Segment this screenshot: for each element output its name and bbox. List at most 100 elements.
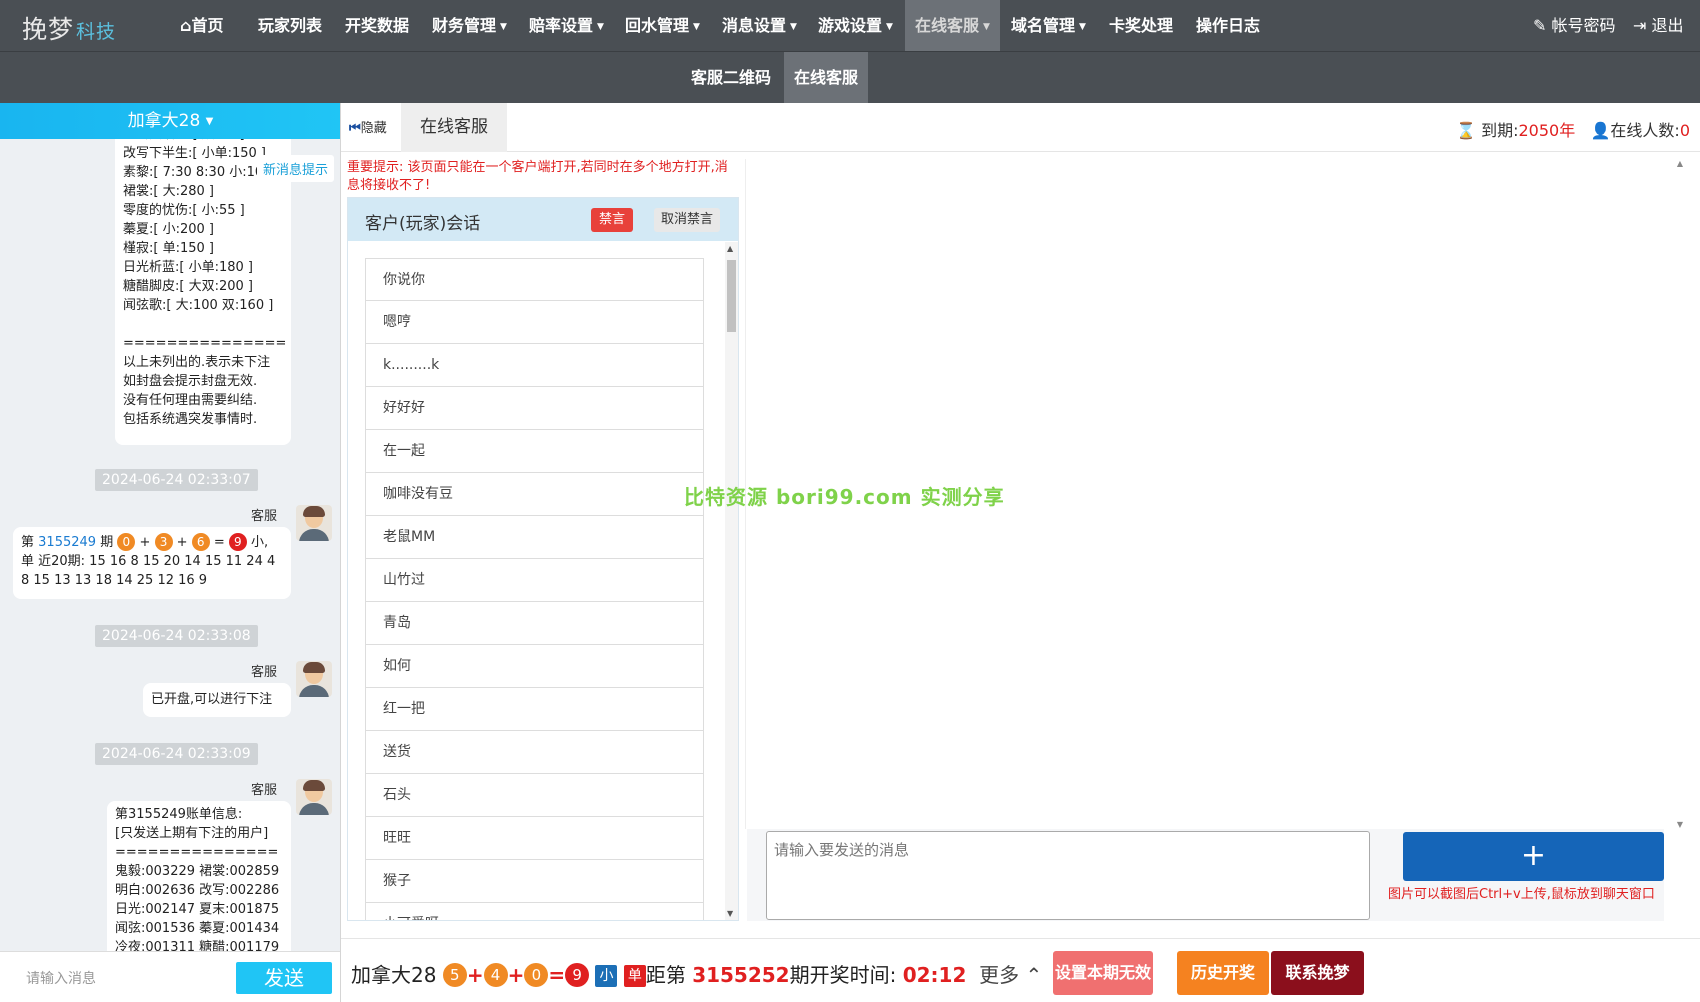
sender-name: 客服: [251, 509, 278, 524]
player-item[interactable]: 老鼠MM: [365, 516, 704, 559]
contact-button[interactable]: 联系挽梦: [1271, 951, 1364, 995]
agent-avatar: [296, 661, 332, 697]
player-item[interactable]: k.........k: [365, 344, 704, 387]
draw-history-line: 8 15 13 13 18 14 25 12 16 9: [21, 573, 208, 588]
chevron-down-icon: ▼: [500, 22, 507, 32]
nav-odds-label: 赔率设置: [529, 16, 594, 35]
upload-image-button[interactable]: +: [1403, 832, 1664, 881]
chevron-down-icon: ▼: [597, 22, 604, 32]
scroll-up-icon[interactable]: ▲: [1677, 159, 1683, 168]
player-item[interactable]: 咖啡没有豆: [365, 473, 704, 516]
sender-name: 客服: [251, 665, 278, 680]
subnav-qrcode[interactable]: 客服二维码: [681, 52, 781, 104]
room-message-input[interactable]: 请输入消息: [26, 968, 96, 988]
parity-badge: 单: [623, 965, 646, 987]
hide-panel-button[interactable]: ⏮隐藏: [349, 117, 387, 136]
room-name: 加拿大28: [127, 111, 201, 131]
player-item[interactable]: 送货: [365, 731, 704, 774]
next-pre: 距第: [645, 963, 686, 987]
nav-logs-label: 操作日志: [1196, 16, 1261, 35]
player-item[interactable]: 如何: [365, 645, 704, 688]
nav-messages[interactable]: 消息设置 ▼: [712, 0, 807, 51]
ball: 0: [117, 533, 136, 551]
logout-icon: ⇥: [1633, 16, 1647, 35]
tab-online-service[interactable]: 在线客服: [401, 103, 507, 152]
scroll-down-icon[interactable]: ▼: [1677, 820, 1683, 829]
account-label: 帐号密码: [1551, 16, 1616, 35]
player-item[interactable]: 青岛: [365, 602, 704, 645]
more-toggle[interactable]: 更多 ⌃: [979, 963, 1042, 987]
room-selector[interactable]: 加拿大28 ▼: [0, 103, 340, 139]
player-item[interactable]: 好好好: [365, 387, 704, 430]
brand-logo[interactable]: 挽梦 科技: [22, 10, 116, 46]
logout-link[interactable]: ⇥ 退出: [1633, 0, 1684, 51]
nav-online-service[interactable]: 在线客服 ▼: [905, 0, 1000, 51]
nav-home[interactable]: ⌂首页: [170, 0, 233, 51]
draw-status: 加拿大28 5 +4 +0 = 9 小 单距第 3155252期开奖时间: 02:12 …: [351, 963, 1043, 987]
player-item[interactable]: 猴子: [365, 860, 704, 903]
online-count: 0: [1679, 121, 1690, 140]
nav-logs[interactable]: 操作日志: [1186, 0, 1270, 51]
chat-input-placeholder: 请输入要发送的消息: [774, 841, 910, 859]
draw-pre: 第: [21, 535, 35, 550]
open-market-bubble: 已开盘,可以进行下注: [143, 683, 291, 717]
new-message-hint[interactable]: 新消息提示: [256, 155, 334, 182]
player-item[interactable]: 小可爱呀: [365, 903, 704, 920]
online-label: 在线人数:: [1610, 121, 1680, 140]
scroll-up-icon[interactable]: ▲: [727, 244, 733, 253]
draw-history-line: 单 近20期: 15 16 8 15 20 14 15 11 24 4: [21, 554, 276, 569]
chevron-up-icon: ⌃: [1025, 963, 1043, 987]
sub-navbar: 客服二维码 在线客服: [0, 51, 1700, 104]
nav-stuck-draw[interactable]: 卡奖处理: [1099, 0, 1183, 51]
draw-status-bar: 加拿大28 5 +4 +0 = 9 小 单距第 3155252期开奖时间: 02:12 …: [341, 938, 1700, 1002]
ball-sum: 9: [565, 963, 590, 987]
ball: 3: [154, 533, 173, 551]
player-item[interactable]: 在一起: [365, 430, 704, 473]
session-scrollbar[interactable]: ▲ ▼: [725, 242, 738, 920]
size-badge: 小: [595, 965, 618, 987]
nav-domains[interactable]: 域名管理 ▼: [1001, 0, 1096, 51]
more-label: 更多: [979, 963, 1020, 987]
nav-players[interactable]: 玩家列表: [248, 0, 332, 51]
history-draw-button[interactable]: 历史开奖: [1177, 951, 1269, 995]
unmute-button[interactable]: 取消禁言: [654, 208, 720, 232]
scroll-down-icon[interactable]: ▼: [727, 909, 733, 918]
edit-icon: ✎: [1533, 16, 1547, 35]
scroll-thumb[interactable]: [727, 260, 736, 332]
player-item[interactable]: 山竹过: [365, 559, 704, 602]
player-item[interactable]: 红一把: [365, 688, 704, 731]
draw-issue: 3155249: [38, 535, 97, 550]
nav-finance[interactable]: 财务管理 ▼: [422, 0, 517, 51]
ball: 0: [524, 963, 549, 987]
agent-avatar: [296, 505, 332, 541]
hide-label: 隐藏: [360, 121, 387, 136]
subnav-online-service[interactable]: 在线客服: [784, 52, 869, 104]
nav-players-label: 玩家列表: [258, 16, 323, 35]
logout-label: 退出: [1651, 16, 1684, 35]
mute-button[interactable]: 禁言: [591, 208, 633, 232]
player-item[interactable]: 你说你: [365, 258, 704, 301]
send-button[interactable]: 发送: [236, 962, 332, 994]
chat-message-input[interactable]: 请输入要发送的消息: [766, 831, 1370, 920]
nav-game-settings[interactable]: 游戏设置 ▼: [808, 0, 903, 51]
upload-hint: 图片可以截图后Ctrl+v上传,鼠标放到聊天窗口: [1388, 887, 1655, 902]
account-password-link[interactable]: ✎ 帐号密码: [1533, 0, 1616, 51]
ball: 5: [442, 963, 467, 987]
hourglass-icon: ⌛: [1456, 121, 1476, 140]
nav-draw-data[interactable]: 开奖数据: [335, 0, 419, 51]
void-draw-button[interactable]: 设置本期无效: [1053, 951, 1153, 995]
player-list-viewport: 你说你 嗯哼 k.........k 好好好 在一起 咖啡没有豆 老鼠MM 山竹…: [348, 242, 724, 920]
agent-avatar: [296, 779, 332, 815]
nav-rebate-label: 回水管理: [625, 16, 690, 35]
session-panel: 客户(玩家)会话 禁言 取消禁言 你说你 嗯哼 k.........k 好好好 …: [347, 197, 739, 921]
nav-rebate[interactable]: 回水管理 ▼: [615, 0, 710, 51]
ball: 6: [191, 533, 210, 551]
player-item[interactable]: 旺旺: [365, 817, 704, 860]
player-item[interactable]: 石头: [365, 774, 704, 817]
chevron-down-icon: ▼: [886, 22, 893, 32]
chevron-down-icon: ▼: [1079, 22, 1086, 32]
nav-odds[interactable]: 赔率设置 ▼: [519, 0, 614, 51]
collapse-icon: ⏮: [349, 121, 361, 136]
player-list: 你说你 嗯哼 k.........k 好好好 在一起 咖啡没有豆 老鼠MM 山竹…: [365, 258, 704, 920]
player-item[interactable]: 嗯哼: [365, 301, 704, 344]
